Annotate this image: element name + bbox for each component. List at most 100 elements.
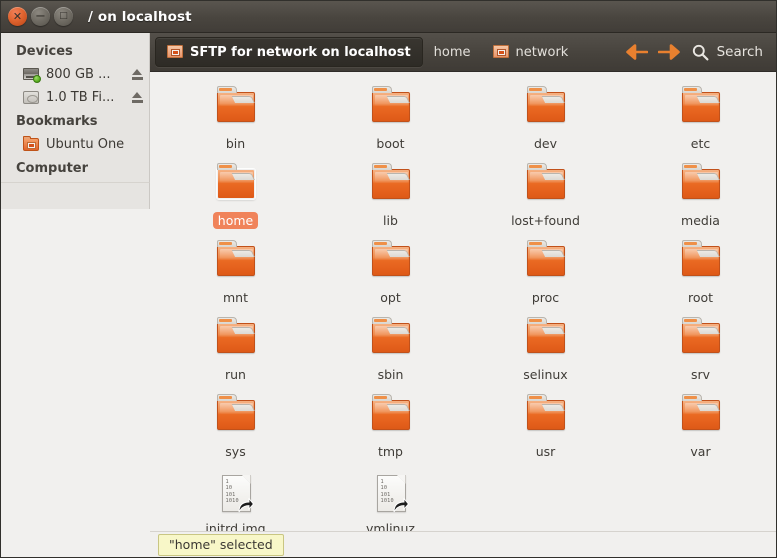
file-item[interactable]: srv (623, 317, 776, 394)
minimize-icon: − (35, 8, 46, 24)
file-item[interactable]: mnt (158, 240, 313, 317)
path-bar: SFTP for network on localhost home network… (150, 33, 776, 72)
search-label: Search (716, 44, 763, 60)
file-item[interactable]: 1 10 101 1010 vmlinuz (313, 471, 468, 531)
search-button[interactable]: Search (686, 38, 767, 66)
file-item[interactable]: var (623, 394, 776, 471)
breadcrumb-sftp-for-network-on-localhost[interactable]: SFTP for network on localhost (155, 37, 423, 67)
sidebar-item-home[interactable]: Home (1, 180, 149, 182)
sidebar-item-800-gb[interactable]: 800 GB ... (1, 63, 149, 86)
file-item-label: bin (225, 136, 246, 151)
file-item-label: mnt (223, 290, 248, 305)
binary-file-link-icon: 1 10 101 1010 (367, 473, 415, 517)
file-item[interactable]: tmp (313, 394, 468, 471)
symlink-arrow-icon (393, 498, 409, 513)
file-item[interactable]: opt (313, 240, 468, 317)
file-item[interactable]: lost+found (468, 163, 623, 240)
file-item-label: boot (376, 136, 405, 151)
sidebar-item-ubuntu-one[interactable]: Ubuntu One (1, 133, 149, 156)
eject-icon[interactable] (131, 68, 144, 81)
folder-icon (212, 394, 260, 440)
breadcrumb-label: home (433, 44, 471, 60)
file-item-label: proc (531, 290, 560, 305)
folder-icon (677, 163, 725, 209)
binary-file-link-icon: 1 10 101 1010 (212, 473, 260, 517)
forward-arrow-icon (657, 44, 680, 60)
file-item-label: initrd.img (205, 521, 266, 531)
status-message: "home" selected (158, 534, 284, 556)
folder-icon (212, 163, 260, 209)
symlink-arrow-icon (238, 498, 254, 513)
folder-icon (522, 86, 570, 132)
file-item-label: tmp (377, 444, 403, 459)
forward-button[interactable] (654, 39, 684, 65)
file-item[interactable]: media (623, 163, 776, 240)
file-item-label: root (687, 290, 714, 305)
file-item-label: sbin (377, 367, 404, 382)
folder-icon (367, 86, 415, 132)
eject-icon[interactable] (131, 91, 144, 104)
breadcrumb-label: network (515, 44, 569, 60)
file-item[interactable]: boot (313, 86, 468, 163)
folder-icon (677, 240, 725, 286)
folder-icon (677, 317, 725, 363)
status-bar: "home" selected (150, 531, 776, 557)
folder-icon (677, 86, 725, 132)
file-item[interactable]: home (158, 163, 313, 240)
file-item-label: srv (690, 367, 711, 382)
file-item[interactable]: sbin (313, 317, 468, 394)
maximize-button[interactable]: □ (54, 7, 73, 26)
file-item[interactable]: usr (468, 394, 623, 471)
file-item-label: etc (690, 136, 711, 151)
file-item-label: dev (533, 136, 558, 151)
folder-icon (212, 86, 260, 132)
folder-icon (677, 394, 725, 440)
file-item[interactable]: selinux (468, 317, 623, 394)
file-item[interactable]: lib (313, 163, 468, 240)
file-item[interactable]: etc (623, 86, 776, 163)
folder-icon (367, 394, 415, 440)
drive-mounted-icon (23, 66, 41, 83)
file-item[interactable]: proc (468, 240, 623, 317)
file-item[interactable]: 1 10 101 1010 initrd.img (158, 471, 313, 531)
file-icon-view[interactable]: bin boot dev etc home lib lost+found media mnt op… (150, 72, 776, 531)
sidebar-item-label: Ubuntu One (46, 137, 125, 152)
file-item[interactable]: root (623, 240, 776, 317)
sidebar-section-title: Devices (16, 44, 73, 59)
folder-icon (522, 163, 570, 209)
breadcrumb-home[interactable]: home (423, 38, 482, 66)
sidebar-item-label: 800 GB ... (46, 67, 111, 82)
folder-icon (212, 240, 260, 286)
folder-icon (212, 317, 260, 363)
file-item-label: sys (225, 444, 246, 459)
close-button[interactable]: ✕ (8, 7, 27, 26)
file-item[interactable]: run (158, 317, 313, 394)
sidebar-item-1-0-tb-fi[interactable]: 1.0 TB Fi... (1, 86, 149, 109)
breadcrumb-network[interactable]: network (482, 38, 580, 66)
file-item[interactable]: sys (158, 394, 313, 471)
places-sidebar: Devices 800 GB ... 1.0 TB Fi... Bookmarks Ub… (1, 33, 150, 182)
drive-icon (23, 89, 40, 106)
minimize-button[interactable]: − (31, 7, 50, 26)
file-item-label: media (681, 213, 720, 228)
file-manager-window: ✕ − □ / on localhost Devices 800 GB ... 1.… (0, 0, 777, 558)
sidebar-section-title: Computer (16, 161, 89, 176)
close-icon: ✕ (12, 10, 23, 23)
folder-icon (522, 317, 570, 363)
file-item[interactable]: dev (468, 86, 623, 163)
file-item[interactable]: bin (158, 86, 313, 163)
file-item-label: run (225, 367, 246, 382)
folder-icon (367, 240, 415, 286)
file-item-label: home (212, 212, 259, 229)
file-item-label: lost+found (511, 213, 580, 228)
folder-icon (522, 240, 570, 286)
title-bar: ✕ − □ / on localhost (1, 1, 776, 33)
back-button[interactable] (622, 39, 652, 65)
search-icon (692, 44, 709, 60)
file-item-label: opt (380, 290, 401, 305)
file-item-label: var (690, 444, 711, 459)
network-folder-icon (492, 44, 509, 60)
window-body: Devices 800 GB ... 1.0 TB Fi... Bookmarks Ub… (1, 33, 776, 557)
back-arrow-icon (625, 44, 648, 60)
file-item-label: lib (383, 213, 398, 228)
